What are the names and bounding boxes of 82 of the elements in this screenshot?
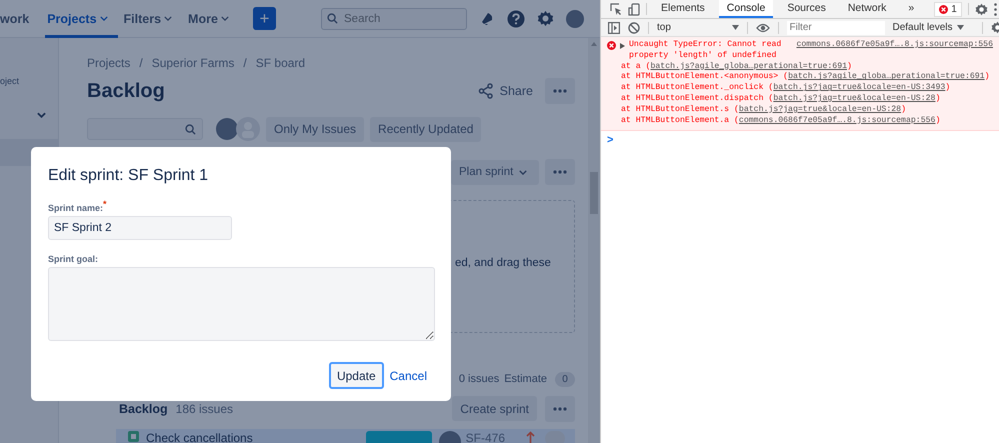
stack-trace-line: at HTMLButtonElement._onclick (batch.js?jag=true&locale=en-US:3493) [620,83,952,94]
device-icon[interactable] [628,2,640,16]
source-link[interactable]: batch.js?agile_globa…perational=true:691 [788,72,985,82]
dialog-title: Edit sprint: SF Sprint 1 [48,167,210,186]
stack-trace-line: at HTMLButtonElement.a (commons.0686f7e05a9f….8.js:sourcemap:556) [620,116,942,126]
user-avatar[interactable] [566,10,584,28]
estimate-label: Estimate [504,373,547,385]
search-icon [327,13,338,24]
story-icon [128,431,139,442]
settings-icon[interactable] [974,2,988,16]
devtools-tab[interactable]: Console [718,0,774,18]
nav-link[interactable]: More [188,0,239,38]
issue-row[interactable]: Check cancellations SF-476 [116,429,575,443]
more-button[interactable] [545,78,575,104]
issue-count: 0 issues [458,373,500,385]
caret-icon [732,25,738,30]
console-prompt[interactable]: > [601,131,620,150]
error-count-badge[interactable]: 1 [934,2,962,16]
log-levels-dropdown[interactable]: Default levels [892,22,974,33]
settings-icon[interactable] [537,10,554,27]
user-avatar[interactable] [216,118,238,140]
chevron-down-icon [519,170,527,174]
backlog-title: Backlog [119,402,168,416]
context-dropdown[interactable]: top [657,22,738,33]
kebab-menu-icon[interactable] [994,2,997,16]
chevron-down-icon [100,16,108,21]
more-icon [553,170,567,174]
source-link[interactable]: commons.0686f7e05a9f….8.js:sourcemap:556 [796,40,993,51]
devtools-tab[interactable]: Elements [653,0,713,18]
share-button[interactable]: Share [474,83,537,99]
source-link[interactable]: batch.js?jag=true&locale=en-US:28 [773,94,936,103]
sidebar-toggle-icon[interactable] [608,22,620,34]
search-field[interactable]: Search [321,8,467,30]
search-field[interactable] [87,118,203,140]
arrow-up-icon [526,431,535,443]
stack-trace-line: at a (batch.js?agile_globa…perational=true:691) [620,62,853,72]
bell-icon[interactable] [479,10,495,26]
devtools-tab[interactable]: Sources [779,0,834,18]
more-icon [553,406,567,410]
chevron-down-icon[interactable] [37,112,46,118]
filter-field[interactable]: Filter [786,20,884,34]
error-icon [939,4,948,14]
more-button[interactable] [545,159,575,185]
more-tabs-button[interactable]: » [900,0,922,18]
devtools-tab[interactable]: Network [840,0,894,18]
source-link[interactable]: commons.0686f7e05a9f….8.js:sourcemap:556 [738,116,936,125]
error-count: 1 [951,4,957,14]
eye-icon[interactable] [756,22,770,32]
cancel-link[interactable]: Cancel [390,368,427,382]
issue-summary: Check cancellations [146,431,253,443]
chevron-down-icon [220,16,229,21]
update-button[interactable]: Update [328,362,384,389]
empty-sprint-text: ed, and drag these [455,256,551,268]
stack-trace-line: at HTMLButtonElement.dispatch (batch.js?jag=true&locale=en-US:28) [620,94,942,105]
caret-icon [956,25,964,30]
issue-count: 186 issues [176,402,234,416]
field-label: Sprint goal: [48,254,99,264]
breadcrumb-separator: / [139,56,143,70]
scrollbar-thumb[interactable] [590,172,598,214]
clear-console-icon[interactable] [628,22,640,34]
help-icon[interactable] [507,10,525,28]
more-icon [553,89,567,93]
source-link[interactable]: batch.js?jag=true&locale=en-US:28 [738,104,902,114]
page-title: Backlog [87,80,166,102]
inspect-icon[interactable] [610,3,622,15]
epic-tag [366,431,432,443]
breadcrumb-separator: / [243,56,247,70]
estimate-badge: 0 [555,372,575,386]
nav-link[interactable]: work [0,0,40,38]
search-icon [185,124,196,134]
sprint-name-field[interactable]: SF Sprint 2 [48,216,232,240]
stack-trace-line: at HTMLButtonElement.s (batch.js?jag=true&locale=en-US:28) [620,104,907,116]
more-button[interactable] [545,396,575,422]
chevron-down-icon [164,16,172,21]
nav-link[interactable]: Filters [124,0,182,38]
source-link[interactable]: batch.js?agile_globa…perational=true:691 [650,62,848,71]
share-icon [478,83,494,99]
source-link[interactable]: batch.js?jag=true&locale=en-US:3493 [773,83,946,92]
expand-triangle-icon[interactable] [620,43,625,49]
stack-trace-line: at HTMLButtonElement.<anonymous> (batch.js?agile_globa…perational=true:691) [620,72,991,83]
sprint-goal-field[interactable] [48,267,435,341]
error-icon [607,41,616,50]
